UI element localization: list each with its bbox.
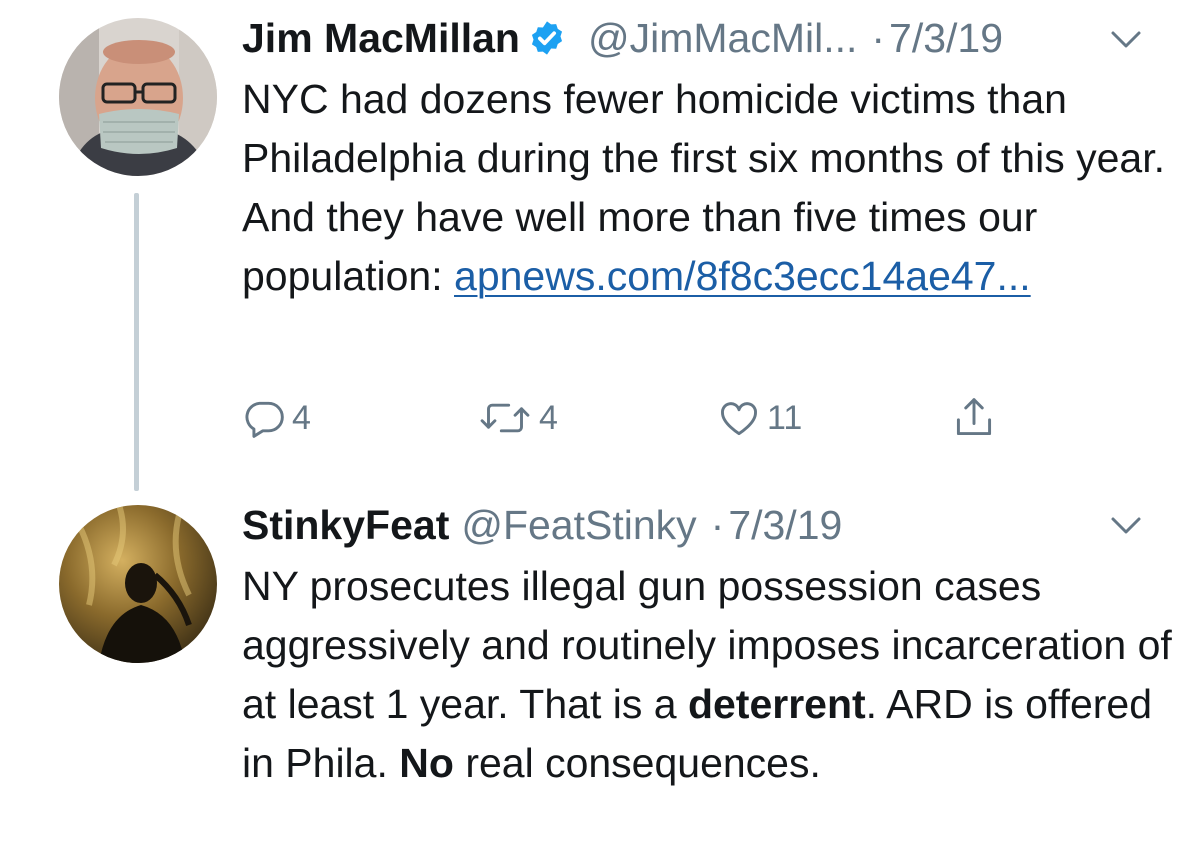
reply-icon [242,396,286,440]
tweet-text-part: real consequences. [453,740,821,786]
tweet-text-bold: No [399,740,454,786]
like-button[interactable]: 11 [717,390,802,446]
retweet-count: 4 [539,398,558,437]
tweet-link[interactable]: apnews.com/8f8c3ecc14ae47... [454,253,1031,299]
heart-icon [717,396,761,440]
avatar-jim-macmillan[interactable] [59,18,217,176]
share-icon [952,394,996,442]
separator-dot: · [710,502,725,548]
reply-count: 4 [292,398,311,437]
reply-button[interactable]: 4 [242,390,311,446]
tweet-header: StinkyFeat @FeatStinky · 7/3/19 [242,500,842,550]
tweet-text: NYC had dozens fewer homicide victims th… [242,70,1182,306]
tweet-actions-bar: 4 4 11 [242,390,1022,446]
avatar-stinkyfeat[interactable] [59,505,217,663]
chevron-down-icon[interactable] [1110,516,1142,536]
tweet-text: NY prosecutes illegal gun possession cas… [242,557,1182,793]
display-name[interactable]: StinkyFeat [242,500,449,550]
like-count: 11 [767,398,803,437]
tweet-date[interactable]: 7/3/19 [728,500,842,550]
tweet-text-bold: deterrent [687,681,866,727]
retweet-icon [477,396,533,440]
tweet-date[interactable]: 7/3/19 [889,13,1003,63]
share-button[interactable] [952,390,996,446]
chevron-down-icon[interactable] [1110,30,1142,50]
separator-dot: · [871,15,886,61]
handle[interactable]: @FeatStinky [461,500,696,550]
handle[interactable]: @JimMacMil... [588,13,857,63]
retweet-button[interactable]: 4 [477,390,558,446]
thread-connector-line [134,193,139,491]
display-name[interactable]: Jim MacMillan [242,13,520,63]
tweet-header: Jim MacMillan @JimMacMil... · 7/3/19 [242,13,1003,63]
verified-badge-icon [528,19,566,57]
